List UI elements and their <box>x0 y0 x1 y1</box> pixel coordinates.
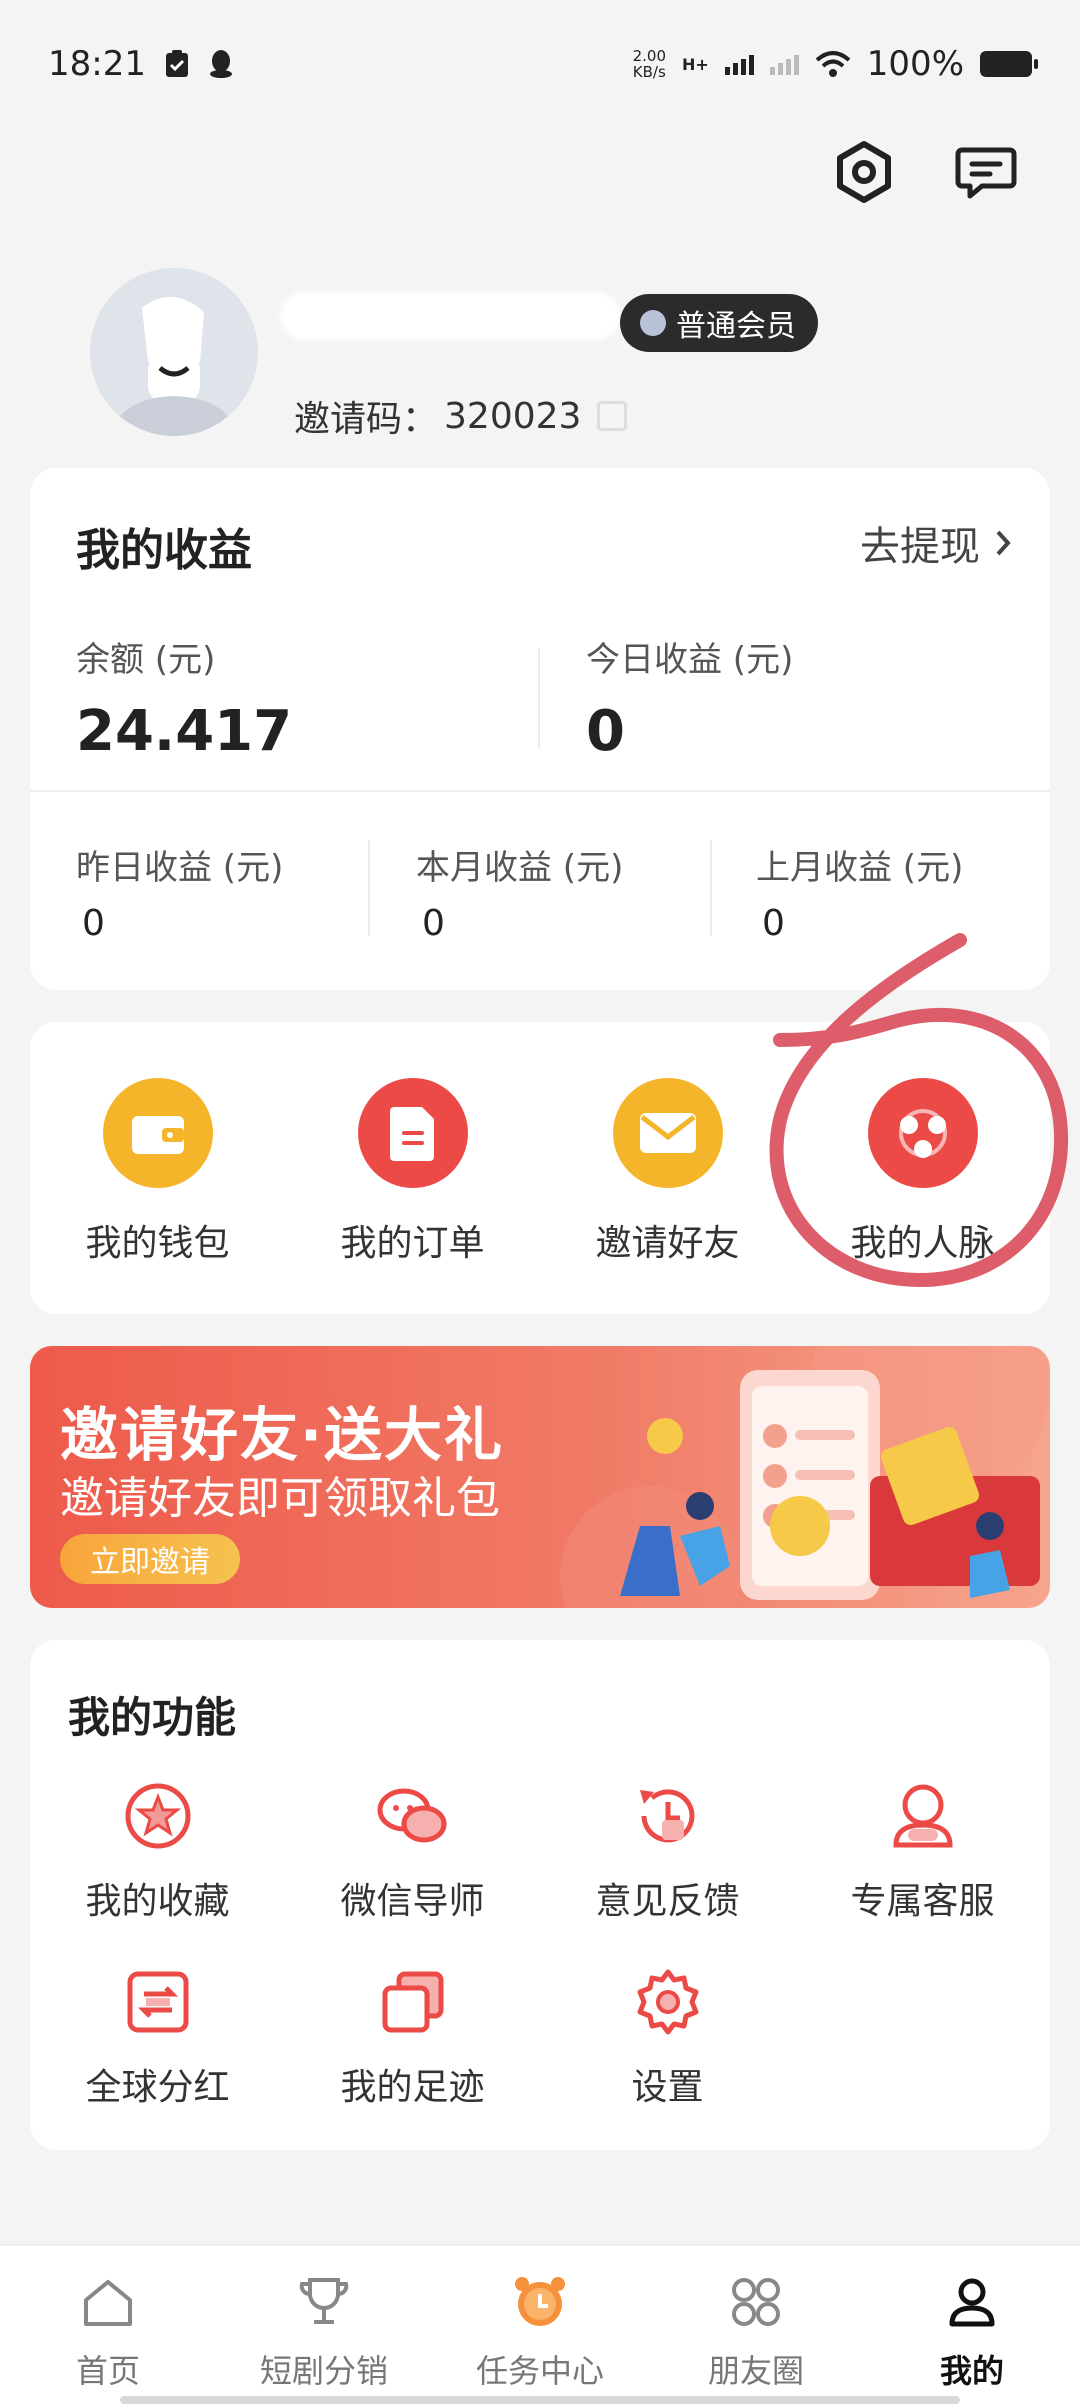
invite-banner[interactable]: 邀请好友·送大礼 邀请好友即可领取礼包 立即邀请 <box>30 1346 1050 1608</box>
signal-2-icon <box>769 53 799 75</box>
func-item-dividend[interactable]: 全球分红 <box>30 1964 285 2110</box>
avatar[interactable] <box>90 268 258 436</box>
today-earnings-value: 0 <box>586 699 625 764</box>
username-redacted <box>280 292 620 340</box>
quick-actions-card: 我的钱包 我的订单 邀请好友 我的人脉 <box>30 1022 1050 1314</box>
dividend-icon <box>120 1964 196 2040</box>
network-type: H+ <box>682 54 709 74</box>
func-item-feedback[interactable]: 意见反馈 <box>540 1778 795 1924</box>
nav-item-drama[interactable]: 短剧分销 <box>216 2246 432 2408</box>
customer-service-icon <box>885 1778 961 1854</box>
func-item-settings[interactable]: 设置 <box>540 1964 795 2110</box>
earnings-title: 我的收益 <box>76 525 252 576</box>
quick-item-wallet[interactable]: 我的钱包 <box>30 1022 285 1314</box>
quick-item-label: 我的人脉 <box>850 1223 995 1264</box>
quick-item-network[interactable]: 我的人脉 <box>795 1022 1050 1314</box>
network-icon <box>867 1078 978 1188</box>
four-circles-icon <box>726 2272 786 2332</box>
func-item-favorites[interactable]: 我的收藏 <box>30 1778 285 1924</box>
nav-item-home[interactable]: 首页 <box>0 2246 216 2408</box>
banner-subtitle: 邀请好友即可领取礼包 <box>60 1473 500 1524</box>
today-earnings-label: 今日收益 (元) <box>586 640 794 680</box>
month-earnings-label: 本月收益 (元) <box>416 848 624 888</box>
func-item-label: 微信导师 <box>340 1881 485 1922</box>
balance-label: 余额 (元) <box>76 640 216 680</box>
history-clock-icon <box>630 1778 706 1854</box>
gear-icon <box>630 1964 706 2040</box>
quick-item-label: 我的钱包 <box>85 1223 230 1264</box>
nav-label: 短剧分销 <box>259 2352 388 2390</box>
nav-label: 朋友圈 <box>707 2352 804 2390</box>
wallet-icon <box>102 1078 213 1188</box>
func-item-label: 专属客服 <box>850 1881 995 1922</box>
profile-section: 普通会员 邀请码： 320023 <box>90 268 990 448</box>
last-month-earnings-value: 0 <box>762 903 785 944</box>
invite-now-button[interactable]: 立即邀请 <box>60 1534 240 1584</box>
invite-label: 邀请码： <box>294 399 439 440</box>
func-item-customer-service[interactable]: 专属客服 <box>795 1778 1050 1924</box>
chevron-right-icon <box>996 530 1011 556</box>
footprint-icon <box>375 1964 451 2040</box>
func-item-label: 我的足迹 <box>340 2067 485 2108</box>
yesterday-earnings-label: 昨日收益 (元) <box>76 848 284 888</box>
nav-label: 任务中心 <box>475 2352 604 2390</box>
battery-icon <box>980 51 1038 77</box>
member-level: 普通会员 <box>676 309 796 344</box>
wechat-icon <box>375 1778 451 1854</box>
quick-item-label: 邀请好友 <box>595 1223 740 1264</box>
nav-item-tasks[interactable]: 任务中心 <box>432 2246 648 2408</box>
nav-item-mine[interactable]: 我的 <box>864 2246 1080 2408</box>
alarm-clock-icon <box>510 2272 570 2332</box>
quick-item-label: 我的订单 <box>340 1223 485 1264</box>
func-item-label: 我的收藏 <box>85 1881 230 1922</box>
home-icon <box>78 2272 138 2332</box>
envelope-icon <box>612 1078 723 1188</box>
settings-icon[interactable] <box>830 138 898 206</box>
functions-card: 我的功能 我的收藏 微信导师 意见反馈 专属客服 全球分红 我的足迹 设置 <box>30 1640 1050 2150</box>
yesterday-earnings-value: 0 <box>82 903 105 944</box>
invite-row: 邀请码： 320023 <box>294 390 628 442</box>
invite-code: 320023 <box>444 395 582 437</box>
functions-title: 我的功能 <box>68 1693 237 1742</box>
last-month-earnings-label: 上月收益 (元) <box>756 848 964 888</box>
status-bar: 18:21 2.00 KB/s H+ 100% <box>0 0 1080 128</box>
quick-item-invite[interactable]: 邀请好友 <box>540 1022 795 1314</box>
earnings-card: 我的收益 去提现 余额 (元) 24.417 今日收益 (元) 0 昨日收益 (… <box>30 468 1050 990</box>
withdraw-button[interactable]: 去提现 <box>860 514 1012 572</box>
clipboard-icon <box>165 50 188 77</box>
month-earnings-value: 0 <box>422 903 445 944</box>
trophy-icon <box>294 2272 354 2332</box>
func-item-label: 意见反馈 <box>595 1881 740 1922</box>
wifi-icon <box>815 51 851 77</box>
status-time: 18:21 <box>48 44 146 84</box>
nav-item-moments[interactable]: 朋友圈 <box>648 2246 864 2408</box>
qq-icon <box>209 50 232 78</box>
func-item-wechat[interactable]: 微信导师 <box>285 1778 540 1924</box>
signal-icon <box>724 53 754 75</box>
battery-percent: 100% <box>866 44 964 84</box>
message-icon[interactable] <box>952 138 1020 206</box>
copy-icon[interactable] <box>597 401 628 431</box>
nav-label: 首页 <box>75 2352 140 2390</box>
home-indicator[interactable] <box>120 2396 960 2404</box>
quick-item-orders[interactable]: 我的订单 <box>285 1022 540 1314</box>
bottom-nav: 首页 短剧分销 任务中心 朋友圈 我的 <box>0 2244 1080 2408</box>
member-badge: 普通会员 <box>620 294 818 352</box>
func-item-label: 设置 <box>631 2067 704 2108</box>
balance-value: 24.417 <box>76 699 293 764</box>
user-icon <box>942 2272 1002 2332</box>
banner-title: 邀请好友·送大礼 <box>60 1401 505 1469</box>
nav-label: 我的 <box>939 2352 1004 2390</box>
order-icon <box>357 1078 468 1188</box>
star-badge-icon <box>120 1778 196 1854</box>
member-gem-icon <box>640 310 666 336</box>
func-item-label: 全球分红 <box>85 2067 230 2108</box>
func-item-footprint[interactable]: 我的足迹 <box>285 1964 540 2110</box>
net-speed: 2.00 KB/s <box>632 47 666 81</box>
